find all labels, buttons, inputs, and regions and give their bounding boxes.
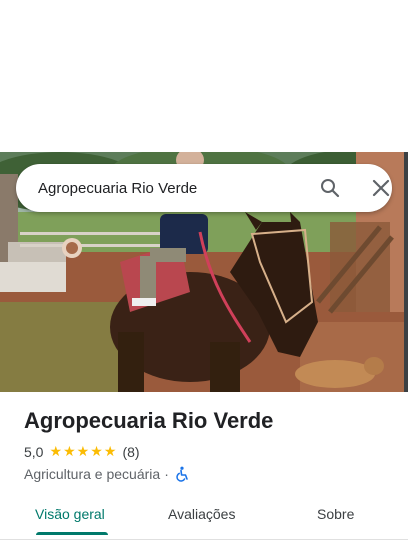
star-icon: ★: [103, 444, 117, 460]
rating-value: 5,0: [24, 444, 44, 460]
tabs-divider: [0, 539, 408, 540]
tab-about[interactable]: Sobre: [317, 506, 354, 522]
search-input[interactable]: [38, 176, 288, 200]
star-icon: ★: [76, 444, 90, 460]
category-row: Agricultura e pecuária ·: [24, 465, 191, 483]
review-count[interactable]: (8): [122, 444, 139, 460]
side-panel-edge: [404, 152, 408, 392]
rating-stars: ★ ★ ★ ★ ★: [49, 445, 117, 459]
wheelchair-icon: [175, 466, 191, 482]
close-icon[interactable]: [369, 176, 393, 200]
place-category[interactable]: Agricultura e pecuária: [24, 466, 160, 482]
place-title: Agropecuaria Rio Verde: [24, 408, 274, 433]
search-icon[interactable]: [318, 176, 342, 200]
star-icon: ★: [90, 444, 103, 460]
star-icon: ★: [49, 444, 63, 460]
star-icon: ★: [63, 444, 76, 460]
separator-dot: ·: [164, 466, 169, 482]
tab-reviews[interactable]: Avaliações: [168, 506, 235, 522]
selected-tab-indicator: [36, 532, 108, 535]
rating-row[interactable]: 5,0 ★ ★ ★ ★ ★ (8): [24, 443, 140, 461]
search-box[interactable]: [16, 164, 392, 212]
tab-overview[interactable]: Visão geral: [35, 506, 105, 522]
map-area-blank: [0, 0, 408, 152]
place-tabs: Visão geral Avaliações Sobre: [0, 496, 408, 536]
